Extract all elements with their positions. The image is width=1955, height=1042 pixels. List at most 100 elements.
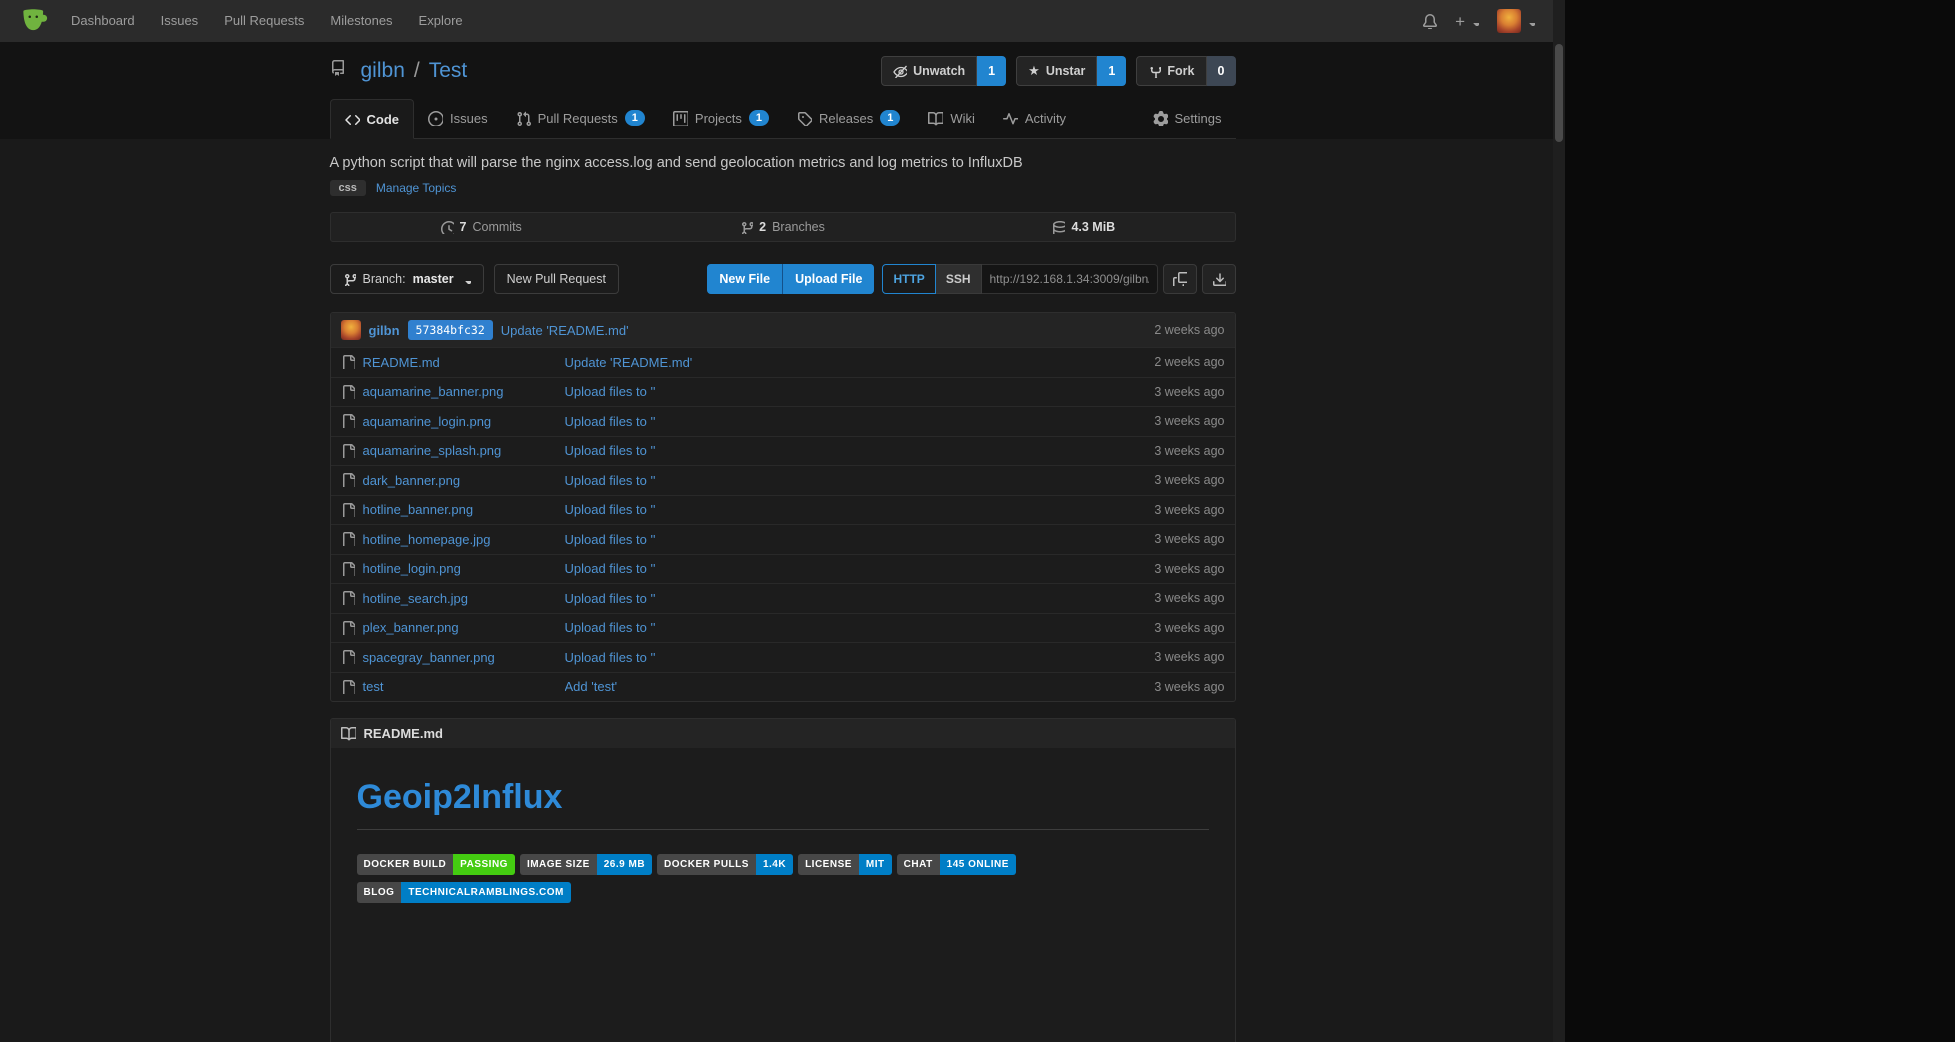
license-badge[interactable]: LICENSE MIT xyxy=(798,854,892,875)
file-commit-link[interactable]: Upload files to '' xyxy=(565,502,656,517)
badge-value: PASSING xyxy=(453,854,515,875)
tab-settings[interactable]: Settings xyxy=(1139,98,1236,138)
new-pull-request-button[interactable]: New Pull Request xyxy=(494,264,619,294)
page-scrollbar[interactable] xyxy=(1553,0,1565,1042)
chat-badge[interactable]: CHAT 145 ONLINE xyxy=(897,854,1016,875)
file-commit-link[interactable]: Upload files to '' xyxy=(565,591,656,606)
file-link[interactable]: aquamarine_login.png xyxy=(363,414,492,429)
http-protocol-button[interactable]: HTTP xyxy=(882,264,935,294)
copy-url-button[interactable] xyxy=(1163,264,1197,294)
file-icon xyxy=(341,414,355,428)
unstar-button[interactable]: ★ Unstar xyxy=(1016,56,1097,86)
unstar-label: Unstar xyxy=(1046,64,1086,78)
upload-file-button[interactable]: Upload File xyxy=(783,264,874,294)
commit-author-link[interactable]: gilbn xyxy=(369,323,400,338)
user-avatar xyxy=(1497,9,1521,33)
tab-activity[interactable]: Activity xyxy=(989,98,1080,138)
file-link[interactable]: aquamarine_banner.png xyxy=(363,384,504,399)
nav-item-explore[interactable]: Explore xyxy=(406,0,476,42)
ssh-protocol-button[interactable]: SSH xyxy=(936,264,982,294)
tab-wiki[interactable]: Wiki xyxy=(914,98,989,138)
docker-pulls-badge[interactable]: DOCKER PULLS 1.4K xyxy=(657,854,793,875)
repo-icon xyxy=(330,60,352,82)
create-new-menu[interactable]: + xyxy=(1455,13,1479,30)
file-link[interactable]: hotline_banner.png xyxy=(363,502,474,517)
clipboard-icon xyxy=(1173,272,1187,286)
new-file-button[interactable]: New File xyxy=(707,264,782,294)
topics-row: css Manage Topics xyxy=(330,180,1236,196)
code-controls-row: Branch: master New Pull Request New File… xyxy=(330,264,1236,294)
file-age: 3 weeks ago xyxy=(1154,621,1224,635)
table-row: aquamarine_splash.png Upload files to ''… xyxy=(331,436,1235,466)
repo-owner-link[interactable]: gilbn xyxy=(361,59,405,83)
table-row: hotline_banner.png Upload files to '' 3 … xyxy=(331,495,1235,525)
tab-releases[interactable]: Releases 1 xyxy=(783,98,914,138)
fork-button[interactable]: Fork xyxy=(1136,56,1206,86)
file-commit-link[interactable]: Upload files to '' xyxy=(565,414,656,429)
branch-selector[interactable]: Branch: master xyxy=(330,264,484,294)
tab-issues[interactable]: Issues xyxy=(414,98,502,138)
watchers-count[interactable]: 1 xyxy=(977,56,1006,86)
file-commit-link[interactable]: Upload files to '' xyxy=(565,384,656,399)
commits-label: Commits xyxy=(472,220,521,234)
file-commit-link[interactable]: Add 'test' xyxy=(565,679,618,694)
nav-item-pull-requests[interactable]: Pull Requests xyxy=(211,0,317,42)
file-commit-link[interactable]: Upload files to '' xyxy=(565,650,656,665)
fork-label: Fork xyxy=(1167,64,1194,78)
file-commit-link[interactable]: Upload files to '' xyxy=(565,443,656,458)
scrollbar-thumb[interactable] xyxy=(1555,44,1563,142)
file-link[interactable]: hotline_login.png xyxy=(363,561,461,576)
topic-chip-css[interactable]: css xyxy=(330,180,366,196)
commit-author-avatar[interactable] xyxy=(341,320,361,340)
commit-message-link[interactable]: Update 'README.md' xyxy=(501,323,629,338)
file-commit-link[interactable]: Upload files to '' xyxy=(565,561,656,576)
image-size-badge[interactable]: IMAGE SIZE 26.9 MB xyxy=(520,854,652,875)
branches-stat[interactable]: 2 Branches xyxy=(632,213,933,241)
tab-pull-requests[interactable]: Pull Requests 1 xyxy=(502,98,659,138)
notifications-bell-icon[interactable] xyxy=(1422,14,1437,29)
gitea-logo-icon[interactable] xyxy=(18,6,48,36)
branch-name: master xyxy=(413,272,454,286)
manage-topics-link[interactable]: Manage Topics xyxy=(376,181,457,195)
file-icon xyxy=(341,650,355,664)
blog-badge[interactable]: BLOG TECHNICALRAMBLINGS.COM xyxy=(357,882,571,903)
tab-projects-label: Projects xyxy=(695,111,742,126)
file-commit-link[interactable]: Upload files to '' xyxy=(565,532,656,547)
file-link[interactable]: test xyxy=(363,679,384,694)
file-commit-link[interactable]: Upload files to '' xyxy=(565,473,656,488)
eye-slash-icon xyxy=(893,64,907,78)
readme-badges-row-2: BLOG TECHNICALRAMBLINGS.COM xyxy=(357,882,1209,903)
clone-url-input[interactable] xyxy=(982,264,1158,294)
file-link[interactable]: aquamarine_splash.png xyxy=(363,443,502,458)
pull-requests-badge: 1 xyxy=(625,110,645,126)
forks-count[interactable]: 0 xyxy=(1207,56,1236,86)
download-archive-button[interactable] xyxy=(1202,264,1236,294)
gear-icon xyxy=(1153,111,1168,126)
nav-item-milestones[interactable]: Milestones xyxy=(317,0,405,42)
file-link[interactable]: plex_banner.png xyxy=(363,620,459,635)
file-icon xyxy=(341,591,355,605)
badge-value: 26.9 MB xyxy=(597,854,652,875)
nav-item-issues[interactable]: Issues xyxy=(148,0,212,42)
star-button-group: ★ Unstar 1 xyxy=(1016,56,1126,86)
file-commit-link[interactable]: Upload files to '' xyxy=(565,620,656,635)
tab-code[interactable]: Code xyxy=(330,99,415,139)
file-link[interactable]: dark_banner.png xyxy=(363,473,461,488)
file-commit-link[interactable]: Update 'README.md' xyxy=(565,355,693,370)
file-age: 3 weeks ago xyxy=(1154,650,1224,664)
stars-count[interactable]: 1 xyxy=(1097,56,1126,86)
nav-item-dashboard[interactable]: Dashboard xyxy=(58,0,148,42)
commit-hash-badge[interactable]: 57384bfc32 xyxy=(408,320,493,340)
docker-build-badge[interactable]: DOCKER BUILD PASSING xyxy=(357,854,515,875)
file-link[interactable]: README.md xyxy=(363,355,440,370)
tab-projects[interactable]: Projects 1 xyxy=(659,98,783,138)
file-link[interactable]: hotline_search.jpg xyxy=(363,591,469,606)
repo-stats-bar: 7 Commits 2 Branches 4.3 MiB xyxy=(330,212,1236,242)
file-link[interactable]: hotline_homepage.jpg xyxy=(363,532,491,547)
star-icon: ★ xyxy=(1028,63,1040,79)
unwatch-button[interactable]: Unwatch xyxy=(881,56,977,86)
file-link[interactable]: spacegray_banner.png xyxy=(363,650,495,665)
repo-name-link[interactable]: Test xyxy=(429,59,468,83)
user-menu[interactable] xyxy=(1497,9,1535,33)
commits-stat[interactable]: 7 Commits xyxy=(331,213,632,241)
